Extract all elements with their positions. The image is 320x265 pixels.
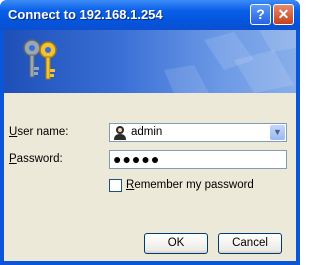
connect-dialog: Connect to 192.168.1.254 ? ✕ User name: … [0, 0, 300, 265]
password-field[interactable]: ●●●●● [109, 150, 287, 169]
username-combobox[interactable]: admin ▼ [109, 123, 287, 142]
username-label: User name: [9, 126, 69, 138]
remember-password-label: Remember my password [126, 179, 254, 191]
window-title: Connect to 192.168.1.254 [8, 7, 163, 22]
username-value: admin [131, 126, 163, 138]
dialog-body: User name: admin ▼ Password: ●●●●● Remem… [4, 30, 296, 261]
username-dropdown-button[interactable]: ▼ [270, 125, 285, 140]
keys-icon [23, 39, 57, 80]
password-value: ●●●●● [113, 151, 161, 167]
chevron-down-icon: ▼ [273, 127, 282, 137]
cancel-button[interactable]: Cancel [218, 233, 282, 254]
remember-password-checkbox[interactable] [109, 179, 122, 192]
banner [4, 30, 296, 93]
ok-button[interactable]: OK [144, 233, 208, 254]
help-icon: ? [256, 6, 265, 22]
close-icon: ✕ [277, 6, 290, 22]
title-bar[interactable]: Connect to 192.168.1.254 ? ✕ [0, 0, 300, 30]
help-button[interactable]: ? [250, 4, 271, 25]
password-label: Password: [9, 153, 63, 165]
close-button[interactable]: ✕ [273, 4, 294, 25]
user-icon [114, 126, 126, 140]
